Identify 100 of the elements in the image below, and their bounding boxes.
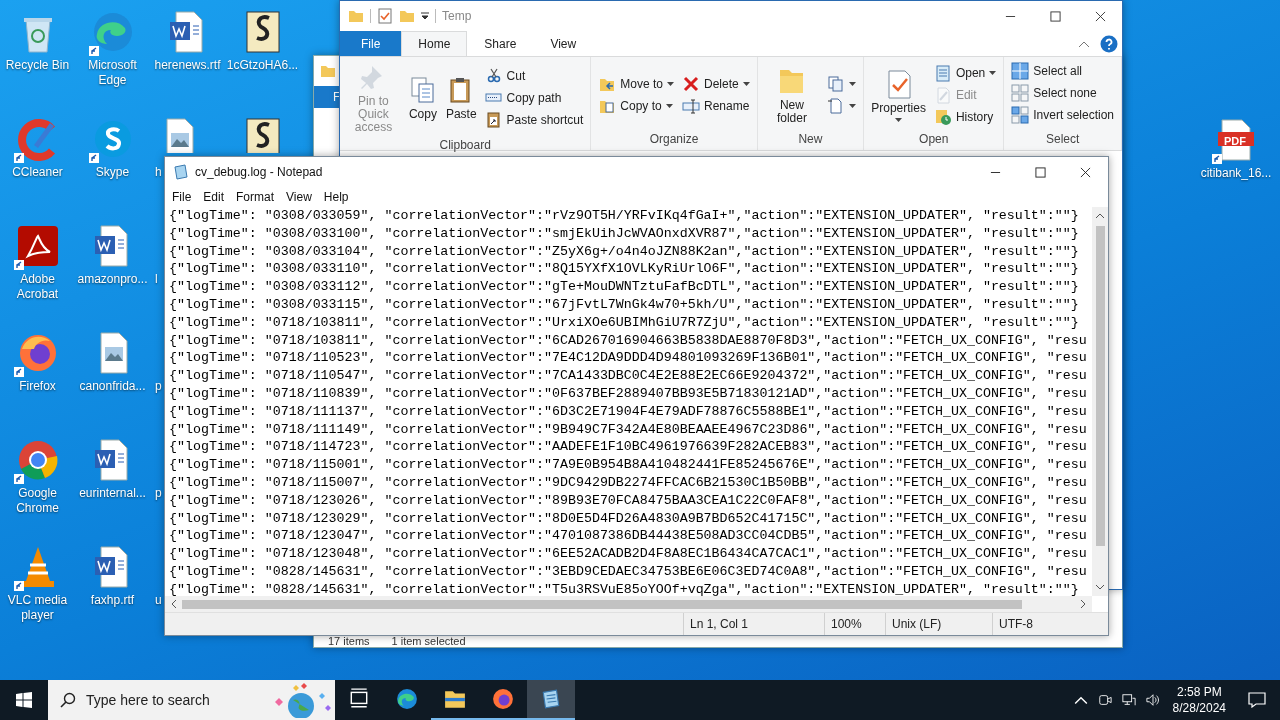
search-box[interactable]: Type here to search xyxy=(48,680,335,720)
ribbon-button[interactable]: Paste shortcut xyxy=(481,109,587,131)
ribbon-button[interactable]: Move to xyxy=(595,73,677,95)
fox-globe-icon xyxy=(492,688,514,710)
horizontal-scrollbar[interactable] xyxy=(165,596,1092,612)
ribbon-tab[interactable]: Share xyxy=(467,31,534,56)
desktop-icon-label[interactable]: Google Chrome xyxy=(0,486,76,516)
taskbar-app[interactable] xyxy=(527,680,575,720)
desktop-icon-label[interactable]: p xyxy=(155,379,162,394)
desktop-icon-label[interactable]: Firefox xyxy=(0,379,76,394)
invert-selection-icon xyxy=(1011,106,1030,124)
select-none-icon xyxy=(1011,84,1030,102)
clock-date[interactable]: 8/28/2024 xyxy=(1172,700,1226,716)
camera-icon[interactable] xyxy=(1097,693,1112,707)
desktop-icon-label[interactable]: canonfrida... xyxy=(74,379,151,394)
history-icon xyxy=(933,108,952,126)
menu-item[interactable]: View xyxy=(280,187,318,207)
text-line: {"logTime": "0718/115007", "correlationVector":"9DC9429DB2274FFCAC6B21530C1B50BB","action":"FETCH_UX_CONFIG", "resu xyxy=(169,473,1087,492)
notification-icon[interactable] xyxy=(1248,692,1266,708)
desktop-icon-label[interactable]: faxhp.rtf xyxy=(74,593,151,608)
ribbon-button[interactable]: Select all xyxy=(1008,60,1117,82)
text-line: {"logTime": "0308/033059", "correlationVector":"rVz9OT5H/YRFvIKq4fGaI+","action":"EXTENSION_UPDATER", "result":""} xyxy=(169,207,1079,225)
text-line: {"logTime": "0718/103811", "correlationVector":"6CAD267016904663B5838DAE8870F8D3","action":"FETCH_UX_CONFIG", "resu xyxy=(169,331,1087,350)
ribbon-group-label: Select xyxy=(1044,131,1081,148)
window-title: cv_debug.log - Notepad xyxy=(195,165,323,179)
text-line: {"logTime": "0718/103811", "correlationVector":"UrxiXOe6UBIMhGiU7R7ZjU","action":"EXTENSION_UPDATER", "result":""} xyxy=(169,313,1079,332)
text-line: {"logTime": "0718/110523", "correlationVector":"7E4C12DA9DDD4D94801093269F136B01","action":"FETCH_UX_CONFIG", "resu xyxy=(169,349,1087,368)
ribbon-button[interactable]: Open xyxy=(930,62,1000,84)
maximize-icon[interactable] xyxy=(1050,10,1061,22)
text-line: {"logTime": "0828/145631", "correlationVector":"3EBD9CEDAEC34753BE6E06C3ED74C0A8","action":"FETCH_UX_CONFIG", "resu xyxy=(169,562,1087,581)
close-icon[interactable] xyxy=(1095,10,1106,22)
text-line: {"logTime": "0308/033104", "correlationVector":"Z5yX6g+/o4n4oJZN88K2an","action":"EXTENSION_UPDATER", "result":""} xyxy=(169,242,1079,261)
ribbon-button[interactable]: Paste xyxy=(442,73,480,123)
ribbon-tab[interactable]: View xyxy=(533,31,594,56)
desktop-icon-label[interactable]: VLC media player xyxy=(0,593,76,623)
ribbon-button[interactable]: History xyxy=(930,106,1000,128)
ribbon-button[interactable]: Copy xyxy=(404,73,441,123)
speaker-icon[interactable] xyxy=(1145,693,1160,707)
text-line: {"logTime": "0308/033112", "correlationVector":"gTe+MouDWNTztuFafBcDTL","action":"EXTENSION_UPDATER", "result":""} xyxy=(169,278,1079,296)
menu-item[interactable]: Format xyxy=(230,187,281,207)
text-line: {"logTime": "0718/123048", "correlationVector":"6EE52ACADB2D4F8A8EC1B6434CA7CAC1","action":"FETCH_UX_CONFIG", "resu xyxy=(169,545,1087,563)
ribbon-button[interactable]: Copy path xyxy=(481,87,587,109)
text-line: {"logTime": "0718/110547", "correlationVector":"7CA1433DBC0C4E2E88E2EC66E9204372","action":"FETCH_UX_CONFIG", "resu xyxy=(169,367,1087,385)
checked-page-icon[interactable] xyxy=(377,8,393,24)
ribbon-button[interactable]: Copy to xyxy=(595,95,677,117)
folder-icon xyxy=(320,63,336,79)
scroll-thumb[interactable] xyxy=(1095,226,1105,546)
ribbon-button[interactable]: Cut xyxy=(481,65,587,87)
text-line: {"logTime": "0718/123026", "correlationVector":"89B93E70FCA8475BAA3CEA1C22C0FAF8","action":"FETCH_UX_CONFIG", "resu xyxy=(169,491,1087,510)
notepad-icon xyxy=(540,688,562,710)
ribbon-button[interactable]: New folder xyxy=(761,63,823,127)
vertical-scrollbar[interactable] xyxy=(1092,207,1108,596)
menu-item[interactable]: File xyxy=(166,187,198,207)
scroll-up-icon[interactable] xyxy=(1096,213,1104,218)
window-title: Temp xyxy=(442,9,472,23)
text-line: {"logTime": "0308/033115", "correlationVector":"67jFvtL7WnGk4w70+5kh/U","action":"EXTENSION_UPDATER", "result":""} xyxy=(169,296,1079,314)
select-all-icon xyxy=(1011,62,1030,80)
notepad-page-icon xyxy=(933,64,952,82)
ribbon-tab[interactable]: Home xyxy=(401,31,468,56)
text-line: {"logTime": "0828/145631", "correlationVector":"T5u3RSVuE85oYOOf+vqZga","action":"EXTENSION_UPDATER", "result":""} xyxy=(169,580,1079,596)
status-text: 17 items xyxy=(328,634,370,647)
close-icon[interactable] xyxy=(1080,166,1091,178)
ribbon-button[interactable]: Rename xyxy=(679,95,753,117)
scroll-down-icon[interactable] xyxy=(1096,585,1104,590)
collapse-ribbon-icon[interactable] xyxy=(1078,39,1090,48)
menu-item[interactable]: Edit xyxy=(197,187,231,207)
ribbon-group-label: Open xyxy=(918,131,950,148)
ribbon-button[interactable]: Properties xyxy=(868,66,929,124)
folder-icon xyxy=(444,688,466,710)
ribbon-button[interactable]: Invert selection xyxy=(1008,104,1117,126)
browser-swirl-icon xyxy=(396,688,418,710)
delete-icon xyxy=(682,75,700,93)
desktop-icon-label[interactable]: p xyxy=(155,486,162,501)
ribbon-group-label: Organize xyxy=(648,131,700,148)
desktop-icon-label[interactable]: u xyxy=(155,593,162,608)
maximize-icon[interactable] xyxy=(1035,166,1046,178)
new-item-icon xyxy=(827,75,846,93)
status-text: 1 item selected xyxy=(391,634,466,647)
windows-logo-icon[interactable] xyxy=(16,692,32,708)
network-icon[interactable] xyxy=(1121,693,1136,707)
clock-time[interactable]: 2:58 PM xyxy=(1176,684,1222,700)
menu-item[interactable]: Help xyxy=(317,187,355,207)
ribbon-button[interactable]: Select none xyxy=(1008,82,1117,104)
ribbon-group-label: New xyxy=(797,131,824,148)
text-line: {"logTime": "0718/111149", "correlationVector":"9B949C7F342A4E80BEAAEE4967C23D86","action":"FETCH_UX_CONFIG", "resu xyxy=(169,420,1087,439)
ribbon-tab[interactable]: File xyxy=(340,31,402,56)
notepad-icon xyxy=(173,164,189,180)
task-view-icon xyxy=(348,688,370,710)
text-line: {"logTime": "0718/110839", "correlationVector":"0F637BEF2889407BB93E5B71830121AD","action":"FETCH_UX_CONFIG", "resu xyxy=(169,384,1087,403)
desktop-icon-label[interactable]: citibank_16... xyxy=(1198,166,1274,181)
desktop-icon-label[interactable]: eurinternal... xyxy=(74,486,151,501)
search-field[interactable]: Type here to search xyxy=(84,691,258,709)
scroll-thumb[interactable] xyxy=(182,599,1022,609)
scroll-right-icon[interactable] xyxy=(1081,600,1086,608)
text-line: {"logTime": "0718/123047", "correlationVector":"4701087386DB44438E508AD3CC04CDB5","action":"FETCH_UX_CONFIG", "resu xyxy=(169,527,1087,546)
caret-icon[interactable] xyxy=(421,12,429,20)
help-icon[interactable] xyxy=(1100,34,1118,53)
scroll-left-icon[interactable] xyxy=(171,600,176,608)
status-text: 100% xyxy=(824,613,885,635)
ribbon-button[interactable]: Delete xyxy=(679,73,753,95)
